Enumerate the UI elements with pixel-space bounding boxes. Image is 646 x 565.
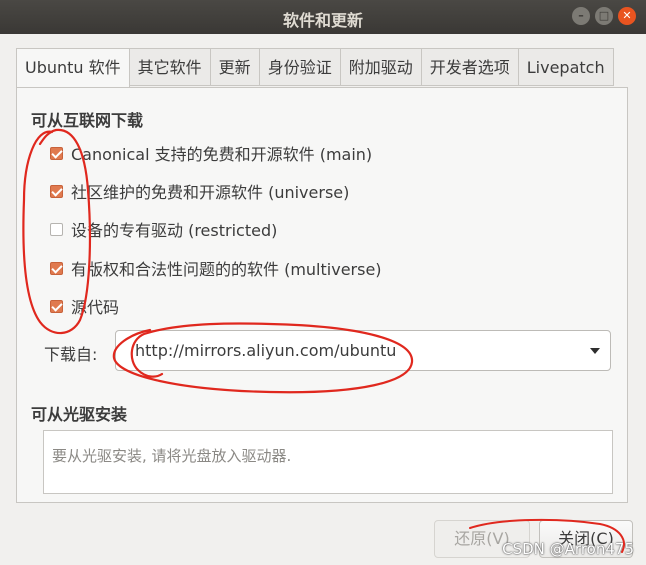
option-multiverse-label: 有版权和合法性问题的的软件 (multiverse): [71, 260, 382, 279]
cdrom-section-heading: 可从光驱安装: [31, 405, 128, 424]
close-window-button[interactable]: ✕: [618, 7, 636, 25]
tab-bar: Ubuntu 软件 其它软件 更新 身份验证 附加驱动 开发者选项 Livepa…: [16, 48, 614, 88]
maximize-button[interactable]: □: [595, 7, 613, 25]
tab-livepatch[interactable]: Livepatch: [518, 48, 614, 86]
download-from-label: 下载自:: [44, 345, 98, 364]
option-source-code-label: 源代码: [71, 298, 120, 317]
download-server-select[interactable]: http://mirrors.aliyun.com/ubuntu: [115, 330, 611, 371]
download-server-value: http://mirrors.aliyun.com/ubuntu: [135, 341, 397, 360]
title-bar: 软件和更新 – □ ✕: [0, 0, 646, 34]
checkbox-multiverse[interactable]: [50, 261, 63, 275]
option-universe[interactable]: 社区维护的免费和开源软件 (universe): [50, 180, 349, 202]
minimize-button[interactable]: –: [572, 7, 590, 25]
option-main-label: Canonical 支持的免费和开源软件 (main): [71, 145, 373, 164]
checkbox-main[interactable]: [50, 146, 63, 160]
tab-developer-options[interactable]: 开发者选项: [421, 48, 519, 86]
tab-authentication[interactable]: 身份验证: [259, 48, 341, 86]
checkbox-restricted[interactable]: [50, 222, 63, 236]
option-multiverse[interactable]: 有版权和合法性问题的的软件 (multiverse): [50, 257, 382, 279]
option-main[interactable]: Canonical 支持的免费和开源软件 (main): [50, 142, 372, 164]
window-title: 软件和更新: [282, 11, 363, 30]
dropdown-arrow-icon: [590, 348, 600, 354]
checkbox-source-code[interactable]: [50, 299, 63, 313]
tab-updates[interactable]: 更新: [210, 48, 260, 86]
tab-ubuntu-software[interactable]: Ubuntu 软件: [16, 48, 130, 88]
option-source-code[interactable]: 源代码: [50, 295, 119, 317]
checkbox-universe[interactable]: [50, 184, 63, 198]
tab-additional-drivers[interactable]: 附加驱动: [340, 48, 422, 86]
option-universe-label: 社区维护的免费和开源软件 (universe): [71, 183, 350, 202]
option-restricted-label: 设备的专有驱动 (restricted): [71, 221, 278, 240]
cdrom-info-box: 要从光驱安装, 请将光盘放入驱动器.: [43, 430, 613, 494]
internet-section-heading: 可从互联网下载: [31, 111, 144, 130]
cdrom-message: 要从光驱安装, 请将光盘放入驱动器.: [52, 447, 292, 465]
tab-other-software[interactable]: 其它软件: [129, 48, 211, 86]
watermark: CSDN @Arron475: [502, 540, 634, 558]
option-restricted[interactable]: 设备的专有驱动 (restricted): [50, 218, 277, 240]
